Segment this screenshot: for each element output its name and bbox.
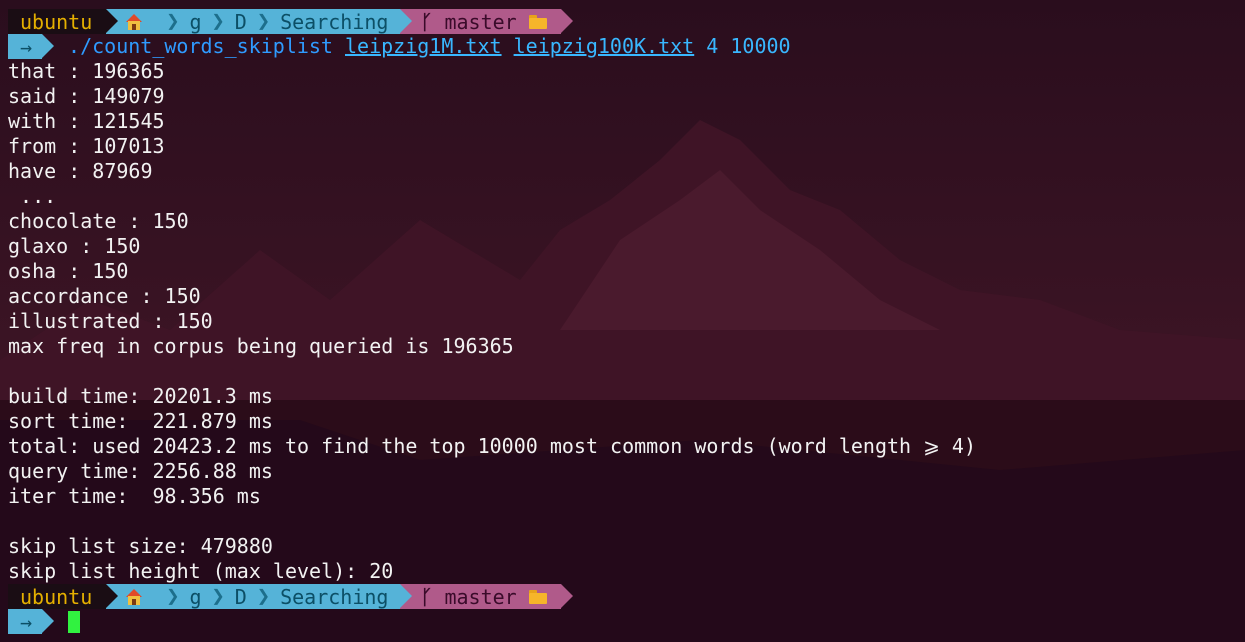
prompt-path-segment: ❯ g ❯ D ❯ Searching xyxy=(106,584,413,609)
input-line[interactable]: → xyxy=(8,609,1245,634)
command-arg-minlen: 4 xyxy=(706,34,719,58)
output-line: query time: 2256.88 ms xyxy=(8,459,273,483)
output-line: have : 87969 xyxy=(8,159,153,183)
chevron-right-icon: ❯ xyxy=(166,9,180,34)
output-line: glaxo : 150 xyxy=(8,234,141,258)
path-part: g xyxy=(189,584,202,609)
output-line: max freq in corpus being queried is 1963… xyxy=(8,334,514,358)
prompt-arrow-segment: → xyxy=(8,34,55,59)
folder-icon xyxy=(528,14,547,29)
path-part: g xyxy=(189,9,202,34)
output-line: sort time: 221.879 ms xyxy=(8,409,273,433)
git-branch: master xyxy=(444,9,517,34)
output-line: said : 149079 xyxy=(8,84,165,108)
terminal-output: ubuntu ❯ g ❯ D ❯ Searching ᚴ master → ./… xyxy=(8,9,1245,634)
path-part: Searching xyxy=(280,584,389,609)
path-part: D xyxy=(234,9,247,34)
command-arg-file1[interactable]: leipzig1M.txt xyxy=(345,34,502,58)
prompt-user-segment: ubuntu xyxy=(8,584,119,609)
home-icon xyxy=(126,13,143,30)
output-line: illustrated : 150 xyxy=(8,309,213,333)
prompt-git-segment: ᚴ master xyxy=(400,9,573,34)
chevron-right-icon: ❯ xyxy=(256,584,271,609)
output-line: from : 107013 xyxy=(8,134,165,158)
command-program: ./count_words_skiplist xyxy=(68,34,333,58)
folder-icon xyxy=(528,589,547,604)
prompt-user: ubuntu xyxy=(20,9,93,34)
command-line: → ./count_words_skiplist leipzig1M.txt l… xyxy=(8,34,1245,59)
prompt-git-segment: ᚴ master xyxy=(400,584,573,609)
output-line: build time: 20201.3 ms xyxy=(8,384,273,408)
command-arg-file2[interactable]: leipzig100K.txt xyxy=(514,34,695,58)
output-line: skip list height (max level): 20 xyxy=(8,559,394,583)
output-line: with : 121545 xyxy=(8,109,165,133)
output-line: chocolate : 150 xyxy=(8,209,189,233)
chevron-right-icon: ❯ xyxy=(166,584,180,609)
chevron-right-icon: ❯ xyxy=(211,9,225,34)
prompt-user: ubuntu xyxy=(20,584,93,609)
output-line: ... xyxy=(8,184,57,208)
prompt-path-segment: ❯ g ❯ D ❯ Searching xyxy=(106,9,413,34)
home-icon xyxy=(126,588,143,605)
output-line: iter time: 98.356 ms xyxy=(8,484,261,508)
output-line: osha : 150 xyxy=(8,259,129,283)
output-line: skip list size: 479880 xyxy=(8,534,273,558)
command-text: ./count_words_skiplist leipzig1M.txt lei… xyxy=(68,34,791,59)
prompt-line: ubuntu ❯ g ❯ D ❯ Searching ᚴ master xyxy=(8,9,1245,34)
prompt-arrow: → xyxy=(20,609,33,634)
path-part: Searching xyxy=(280,9,389,34)
command-arg-topn: 10000 xyxy=(730,34,791,58)
prompt-line: ubuntu ❯ g ❯ D ❯ Searching ᚴ master xyxy=(8,584,1245,609)
git-branch: master xyxy=(444,584,517,609)
output-line: that : 196365 xyxy=(8,59,165,83)
chevron-right-icon: ❯ xyxy=(211,584,225,609)
prompt-user-segment: ubuntu xyxy=(8,9,119,34)
git-branch-icon: ᚴ xyxy=(420,9,433,34)
path-part: D xyxy=(234,584,247,609)
git-branch-icon: ᚴ xyxy=(420,584,433,609)
output-line: accordance : 150 xyxy=(8,284,201,308)
output-line: total: used 20423.2 ms to find the top 1… xyxy=(8,434,976,458)
prompt-arrow: → xyxy=(20,34,33,59)
prompt-arrow-segment: → xyxy=(8,609,55,634)
chevron-right-icon: ❯ xyxy=(256,9,271,34)
terminal-cursor[interactable] xyxy=(68,610,81,633)
